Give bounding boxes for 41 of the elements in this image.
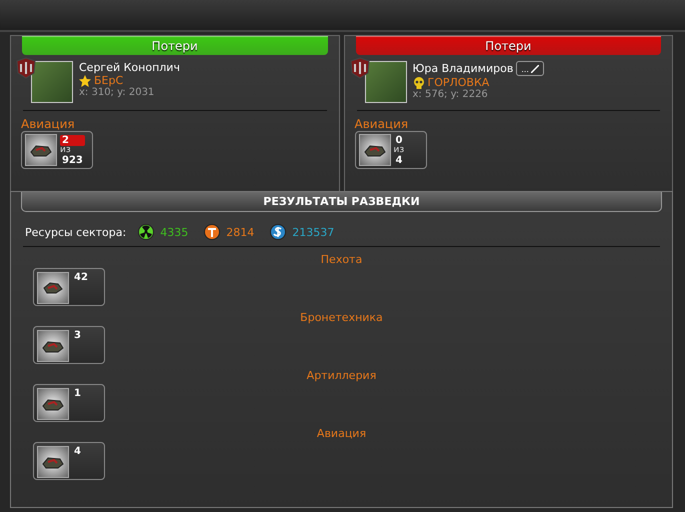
- category-title: Авиация: [21, 117, 76, 131]
- player-name: Юра Владимиров: [412, 62, 514, 75]
- total-count: 923: [61, 154, 84, 166]
- report-header: РЕЗУЛЬТАТЫ РАЗВЕДКИ: [21, 192, 662, 212]
- of-label: из: [394, 146, 404, 154]
- unit-count: 1: [73, 388, 82, 399]
- avatar-photo-placeholder: [364, 61, 406, 103]
- radiation-icon: [138, 224, 154, 240]
- lost-count: 0: [394, 134, 404, 146]
- resource-value: 213537: [292, 226, 334, 238]
- star-icon: [79, 74, 91, 86]
- clan-name: БЕрС: [94, 74, 124, 87]
- vehicle-icon: [42, 280, 64, 296]
- player-name: Сергей Коноплич: [79, 61, 180, 74]
- lost-count: 2: [60, 134, 85, 146]
- clan-name: ГОРЛОВКА: [428, 76, 490, 89]
- category-title: Пехота: [320, 253, 362, 266]
- unit-count: 3: [73, 330, 82, 341]
- coordinates: x: 576; y: 2226: [412, 89, 489, 100]
- resources-label: Ресурсы сектора:: [25, 226, 126, 238]
- emblem-icon: [15, 57, 37, 79]
- titanium-icon: [204, 224, 220, 240]
- resource-value: 2814: [226, 226, 254, 238]
- category-title: Бронетехника: [300, 311, 383, 324]
- coordinates: x: 310; y: 2031: [79, 87, 156, 98]
- dollar-icon: [270, 224, 286, 240]
- emblem-icon: [348, 57, 370, 79]
- avatar-photo-placeholder: [31, 61, 73, 103]
- skull-icon: [412, 76, 424, 88]
- pencil-icon: [530, 64, 539, 72]
- edit-button[interactable]: ...: [516, 61, 544, 76]
- category-title: Артиллерия: [306, 369, 376, 382]
- category-title: Авиация: [316, 427, 366, 440]
- resource-value: 4335: [160, 226, 188, 238]
- unit-count: 42: [73, 272, 89, 283]
- of-label: из: [60, 146, 72, 154]
- unit-count: 4: [73, 446, 82, 457]
- panel-header: Потери: [22, 36, 328, 55]
- total-count: 4: [394, 154, 404, 166]
- panel-header: Потери: [356, 36, 661, 55]
- category-title: Авиация: [354, 117, 410, 131]
